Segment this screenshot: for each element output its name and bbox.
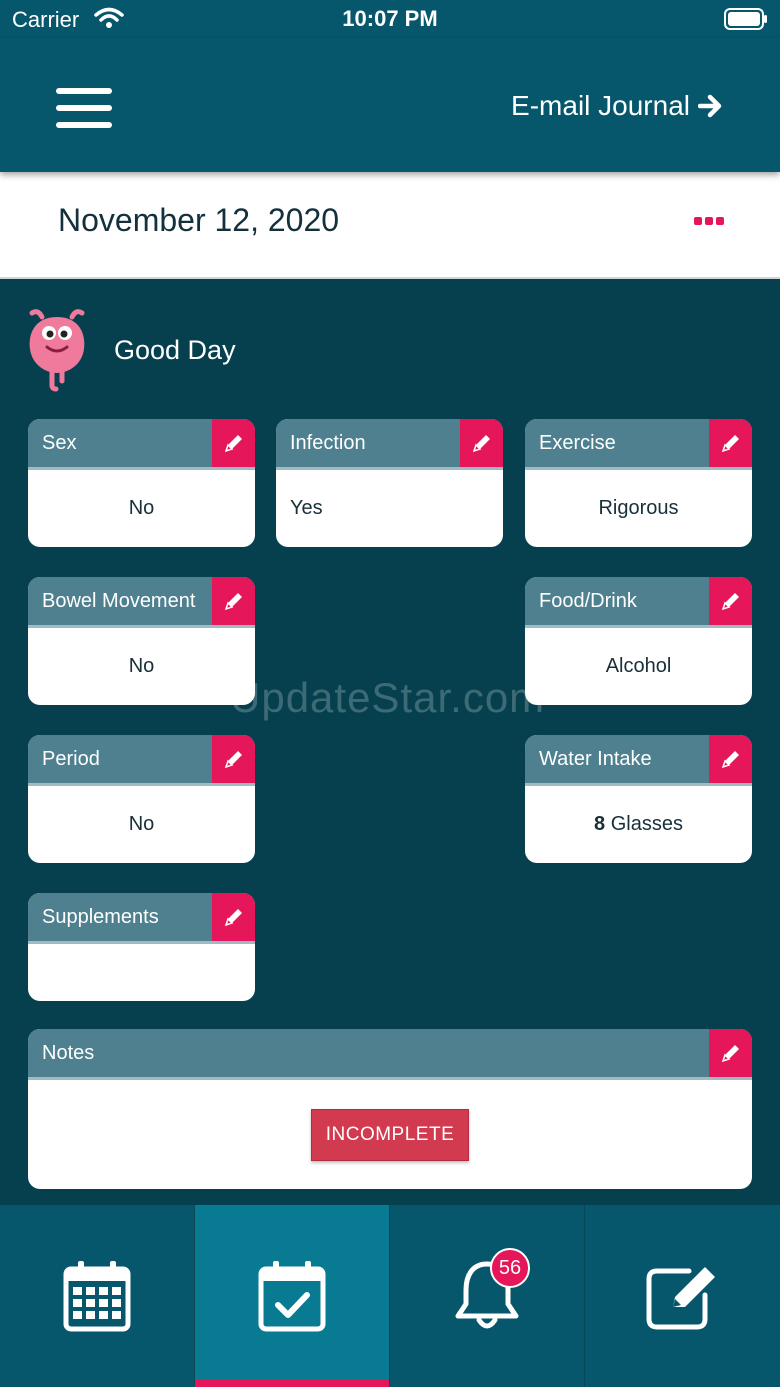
bladder-mascot-icon[interactable] <box>26 307 88 393</box>
more-options-icon[interactable] <box>692 214 726 228</box>
supplements-value <box>28 944 255 1001</box>
tab-daily-journal[interactable] <box>195 1205 390 1387</box>
water-glasses-count: 8 <box>594 813 606 835</box>
bowel-movement-card: Bowel Movement No <box>28 577 255 705</box>
card-title: Food/Drink <box>539 590 637 612</box>
hamburger-icon <box>56 88 112 94</box>
bottom-tab-bar <box>0 1205 780 1387</box>
pencil-icon <box>721 751 739 769</box>
supplements-card: Supplements <box>28 893 255 1001</box>
email-journal-label: E-mail Journal <box>511 90 690 121</box>
edit-exercise-button[interactable] <box>709 419 752 467</box>
sex-card: Sex No <box>28 419 255 547</box>
card-title: Notes <box>42 1042 95 1064</box>
period-card: Period No <box>28 735 255 863</box>
notification-count-badge: 56 <box>490 1248 530 1288</box>
tab-calendar[interactable] <box>0 1205 195 1387</box>
calendar-icon <box>63 1261 131 1332</box>
infection-value: Yes <box>290 497 323 519</box>
pencil-icon <box>224 593 242 611</box>
arrow-right-icon <box>698 94 722 118</box>
edit-bowel-movement-button[interactable] <box>212 577 255 625</box>
notes-card: Notes INCOMPLETE <box>28 1029 752 1189</box>
pencil-icon <box>721 593 739 611</box>
edit-period-button[interactable] <box>212 735 255 783</box>
edit-supplements-button[interactable] <box>212 893 255 941</box>
tab-notes[interactable] <box>585 1205 780 1387</box>
card-title: Supplements <box>42 906 159 928</box>
pencil-icon <box>721 1045 739 1063</box>
email-journal-button[interactable]: E-mail Journal <box>511 88 724 124</box>
food-drink-value: Alcohol <box>605 655 672 677</box>
journal-date[interactable]: November 12, 2020 <box>58 202 339 239</box>
exercise-value: Rigorous <box>598 497 679 519</box>
calendar-check-icon <box>258 1261 326 1332</box>
water-intake-value: 8 Glasses <box>525 786 752 863</box>
battery-icon <box>724 8 767 30</box>
edit-water-intake-button[interactable] <box>709 735 752 783</box>
pencil-icon <box>472 435 490 453</box>
edit-food-drink-button[interactable] <box>709 577 752 625</box>
card-title: Sex <box>42 432 77 454</box>
incomplete-status-button[interactable]: INCOMPLETE <box>311 1108 469 1161</box>
bowel-movement-value: No <box>128 655 155 677</box>
card-title: Bowel Movement <box>42 590 196 612</box>
card-title: Water Intake <box>539 748 652 770</box>
pencil-icon <box>224 435 242 453</box>
journal-content: Good Day Sex No Infection Yes Exercise R… <box>0 279 780 1205</box>
water-glasses-unit: Glasses <box>605 813 683 835</box>
period-value: No <box>128 813 155 835</box>
infection-card: Infection Yes <box>276 419 503 547</box>
sex-value: No <box>128 497 155 519</box>
card-title: Exercise <box>539 432 616 454</box>
pencil-icon <box>224 751 242 769</box>
pencil-icon <box>224 909 242 927</box>
menu-button[interactable] <box>56 86 114 130</box>
water-intake-card: Water Intake 8 Glasses <box>525 735 752 863</box>
mood-label: Good Day <box>114 335 236 365</box>
app-bar: E-mail Journal <box>0 38 780 172</box>
edit-notes-button[interactable] <box>709 1029 752 1077</box>
card-title: Period <box>42 748 100 770</box>
edit-sex-button[interactable] <box>212 419 255 467</box>
pencil-icon <box>721 435 739 453</box>
clock: 10:07 PM <box>342 6 438 31</box>
edit-note-icon <box>646 1267 715 1330</box>
edit-infection-button[interactable] <box>460 419 503 467</box>
watermark: UpdateStar.com <box>230 674 546 721</box>
status-bar: Carrier 10:07 PM <box>0 0 780 38</box>
tab-notifications[interactable] <box>390 1205 585 1387</box>
date-bar: November 12, 2020 <box>0 172 780 279</box>
card-title: Infection <box>290 432 366 454</box>
exercise-card: Exercise Rigorous <box>525 419 752 547</box>
food-drink-card: Food/Drink Alcohol <box>525 577 752 705</box>
